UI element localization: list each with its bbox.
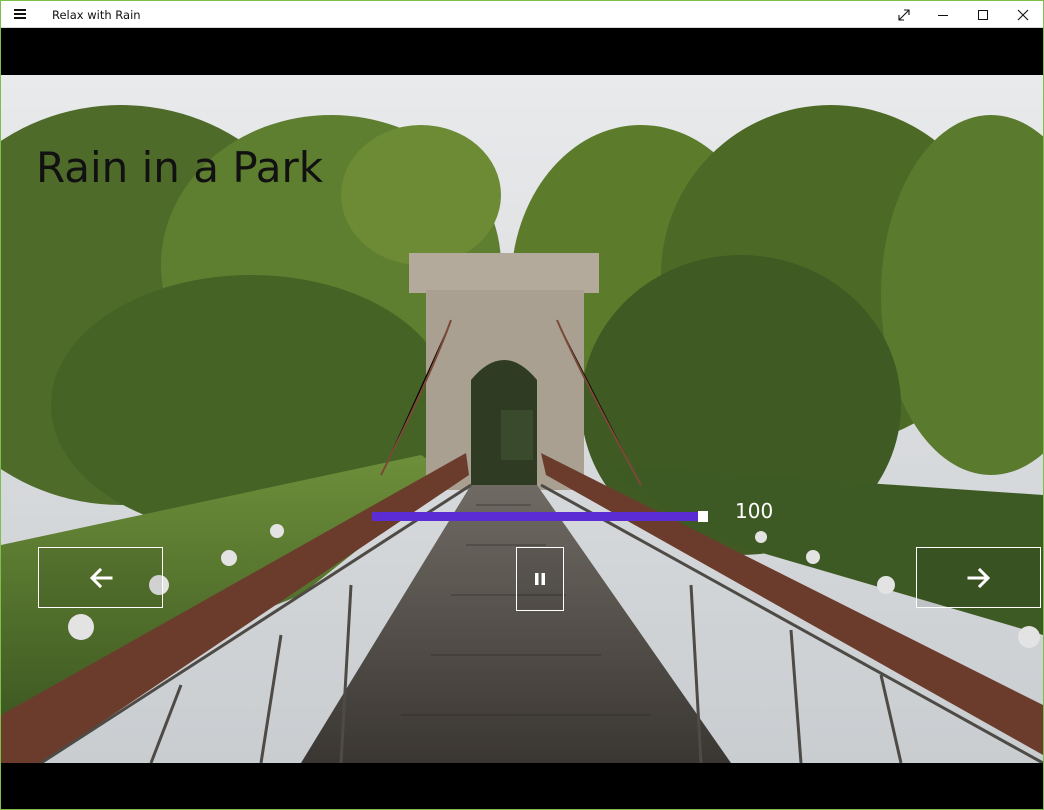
pause-button[interactable] <box>516 547 564 611</box>
title-bar: Relax with Rain <box>1 1 1043 28</box>
arrow-right-icon <box>967 567 990 588</box>
letterbox-top <box>1 28 1043 75</box>
next-scene-button[interactable] <box>916 547 1041 608</box>
close-button[interactable] <box>1003 1 1043 28</box>
volume-slider[interactable] <box>372 512 703 521</box>
maximize-button[interactable] <box>963 1 1003 28</box>
close-icon <box>1017 9 1029 20</box>
hamburger-menu-icon[interactable] <box>10 5 32 23</box>
scene-background-image: Rain in a Park <box>1 75 1043 763</box>
scene-title: Rain in a Park <box>36 143 324 192</box>
app-window: Relax with Rain Rain in a Park 100 <box>0 0 1044 810</box>
volume-slider-thumb[interactable] <box>698 511 708 522</box>
app-title: Relax with Rain <box>52 8 141 22</box>
expand-button[interactable] <box>884 1 924 28</box>
previous-scene-button[interactable] <box>38 547 163 608</box>
volume-value: 100 <box>735 499 774 523</box>
expand-icon <box>898 8 910 21</box>
minimize-icon <box>938 14 948 16</box>
maximize-icon <box>978 9 988 20</box>
minimize-button[interactable] <box>923 1 963 28</box>
pause-icon <box>535 573 545 585</box>
arrow-left-icon <box>89 567 112 588</box>
letterbox-bottom <box>1 763 1043 809</box>
